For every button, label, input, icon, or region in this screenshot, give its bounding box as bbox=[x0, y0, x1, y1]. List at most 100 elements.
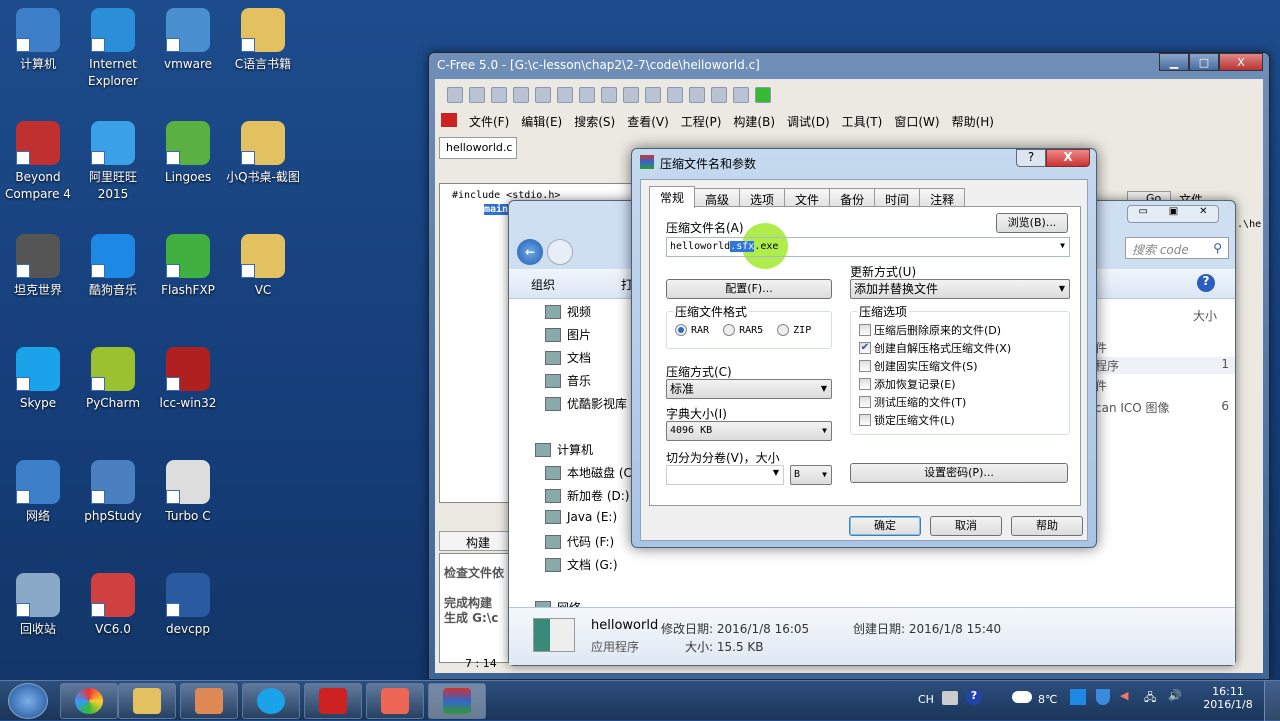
desktop-icon[interactable]: 小Q书桌-截图 bbox=[225, 121, 301, 186]
help-titlebar-button[interactable]: ? bbox=[1016, 149, 1046, 167]
split-unit-select[interactable]: B bbox=[790, 465, 832, 485]
taskbar-app-ppt[interactable] bbox=[180, 683, 238, 719]
close-button[interactable]: X bbox=[1046, 149, 1090, 167]
language-indicator[interactable]: CH bbox=[918, 693, 934, 706]
search-input[interactable]: 搜索 code ⚲ bbox=[1125, 237, 1229, 259]
taskbar-app-recorder[interactable] bbox=[366, 683, 424, 719]
build-icon[interactable] bbox=[711, 87, 727, 103]
archive-name-input[interactable]: helloworld.sfx.exe ▼ bbox=[666, 237, 1070, 257]
forward-button[interactable] bbox=[547, 239, 573, 265]
cancel-button[interactable]: 取消 bbox=[930, 516, 1002, 536]
help-button[interactable]: 帮助 bbox=[1011, 516, 1083, 536]
tab-5[interactable]: 时间 bbox=[874, 188, 921, 207]
set-password-button[interactable]: 设置密码(P)... bbox=[850, 463, 1068, 483]
browse-button[interactable]: 浏览(B)... bbox=[996, 213, 1068, 233]
option-checkbox[interactable]: ✔ 创建自解压格式压缩文件(X) bbox=[859, 340, 1011, 356]
desktop-icon[interactable]: C语言书籍 bbox=[225, 8, 301, 73]
file-row[interactable]: can ICO 图像 6 bbox=[1095, 399, 1235, 416]
format-radio[interactable]: ZIP bbox=[777, 324, 811, 336]
help-icon[interactable]: ? bbox=[1197, 274, 1215, 292]
save-all-icon[interactable] bbox=[513, 87, 529, 103]
help-icon[interactable]: ? bbox=[966, 689, 982, 705]
organize-button[interactable]: 组织 bbox=[531, 276, 555, 293]
keyboard-icon[interactable] bbox=[942, 691, 958, 705]
tab-build[interactable]: 构建 bbox=[439, 531, 519, 551]
replace-icon[interactable] bbox=[689, 87, 705, 103]
tab-4[interactable]: 备份 bbox=[829, 188, 876, 207]
desktop-icon[interactable]: Internet Explorer bbox=[75, 8, 151, 90]
menu-item[interactable]: 查看(V) bbox=[627, 113, 669, 130]
nav-item[interactable]: 图片 bbox=[545, 326, 591, 343]
menu-item[interactable]: 编辑(E) bbox=[521, 113, 562, 130]
copy-icon[interactable] bbox=[579, 87, 595, 103]
taskbar-app-winrar[interactable] bbox=[428, 683, 486, 719]
desktop-icon[interactable]: 坦克世界 bbox=[0, 234, 76, 299]
nav-item[interactable]: 音乐 bbox=[545, 372, 591, 389]
option-checkbox[interactable]: 添加恢复记录(E) bbox=[859, 376, 956, 392]
desktop-icon[interactable]: VC6.0 bbox=[75, 573, 151, 638]
file-row[interactable]: 程序 1 bbox=[1095, 357, 1235, 374]
nav-item[interactable]: 计算机 bbox=[535, 441, 593, 458]
nav-item[interactable]: Java (E:) bbox=[545, 510, 617, 524]
desktop-icon[interactable]: 酷狗音乐 bbox=[75, 234, 151, 299]
menu-item[interactable]: 文件(F) bbox=[469, 113, 509, 130]
nav-item[interactable]: 优酷影视库 bbox=[545, 395, 627, 412]
nav-item[interactable]: 视频 bbox=[545, 303, 591, 320]
run-icon[interactable] bbox=[755, 87, 771, 103]
menu-item[interactable]: 窗口(W) bbox=[894, 113, 939, 130]
tree-main[interactable]: main bbox=[484, 204, 509, 215]
menu-item[interactable]: 工程(P) bbox=[681, 113, 722, 130]
redo-icon[interactable] bbox=[645, 87, 661, 103]
cut-icon[interactable] bbox=[557, 87, 573, 103]
nav-item[interactable]: 新加卷 (D:) bbox=[545, 487, 629, 504]
open-icon[interactable] bbox=[469, 87, 485, 103]
maximize-button[interactable]: □ bbox=[1189, 53, 1219, 71]
menu-item[interactable]: 搜索(S) bbox=[574, 113, 615, 130]
desktop-icon[interactable]: lcc-win32 bbox=[150, 347, 226, 412]
menu-item[interactable]: 帮助(H) bbox=[952, 113, 994, 130]
weather-icon[interactable] bbox=[1012, 691, 1032, 703]
menu-item[interactable]: 构建(B) bbox=[733, 113, 775, 130]
start-button[interactable] bbox=[8, 683, 48, 719]
desktop-icon[interactable]: 回收站 bbox=[0, 573, 76, 638]
option-checkbox[interactable]: 创建固实压缩文件(S) bbox=[859, 358, 978, 374]
tab-2[interactable]: 选项 bbox=[739, 188, 786, 207]
desktop-icon[interactable]: 阿里旺旺 2015 bbox=[75, 121, 151, 203]
option-checkbox[interactable]: 锁定压缩文件(L) bbox=[859, 412, 955, 428]
split-size-input[interactable]: ▼ bbox=[666, 465, 784, 485]
tab-0[interactable]: 常规 bbox=[649, 186, 696, 208]
format-radio[interactable]: RAR5 bbox=[723, 324, 763, 336]
back-button[interactable]: ← bbox=[517, 239, 543, 265]
nav-item[interactable]: 本地磁盘 (C bbox=[545, 464, 632, 481]
ok-button[interactable]: 确定 bbox=[849, 516, 921, 536]
taskbar-app-cfree[interactable] bbox=[304, 683, 362, 719]
close-button[interactable]: X bbox=[1219, 53, 1263, 71]
network-icon[interactable]: 🖧 bbox=[1144, 689, 1156, 708]
maximize-button[interactable]: ▣ bbox=[1169, 206, 1178, 222]
menu-item[interactable]: 工具(T) bbox=[842, 113, 883, 130]
desktop-icon[interactable]: Beyond Compare 4 bbox=[0, 121, 76, 203]
print-icon[interactable] bbox=[535, 87, 551, 103]
desktop-icon[interactable]: phpStudy bbox=[75, 460, 151, 525]
desktop-icon[interactable]: vmware bbox=[150, 8, 226, 73]
taskbar-app-skype[interactable] bbox=[242, 683, 300, 719]
nav-item[interactable]: 文档 bbox=[545, 349, 591, 366]
close-button[interactable]: ✕ bbox=[1199, 206, 1207, 222]
option-checkbox[interactable]: 压缩后删除原来的文件(D) bbox=[859, 322, 1001, 338]
desktop-icon[interactable]: Lingoes bbox=[150, 121, 226, 186]
desktop-icon[interactable]: Skype bbox=[0, 347, 76, 412]
taskbar-app-pinwheel[interactable] bbox=[60, 683, 118, 719]
find-icon[interactable] bbox=[667, 87, 683, 103]
tab-6[interactable]: 注释 bbox=[919, 188, 966, 207]
chevron-down-icon[interactable]: ▼ bbox=[1060, 241, 1065, 250]
desktop-icon[interactable]: VC bbox=[225, 234, 301, 299]
save-icon[interactable] bbox=[491, 87, 507, 103]
chevron-down-icon[interactable]: ▼ bbox=[773, 468, 779, 477]
taskbar-app-explorer[interactable] bbox=[118, 683, 176, 719]
clock[interactable]: 16:11 2016/1/8 bbox=[1200, 685, 1256, 711]
desktop-icon[interactable]: PyCharm bbox=[75, 347, 151, 412]
show-desktop-button[interactable] bbox=[1264, 681, 1280, 721]
tab-3[interactable]: 文件 bbox=[784, 188, 831, 207]
undo-icon[interactable] bbox=[623, 87, 639, 103]
desktop-icon[interactable]: Turbo C bbox=[150, 460, 226, 525]
